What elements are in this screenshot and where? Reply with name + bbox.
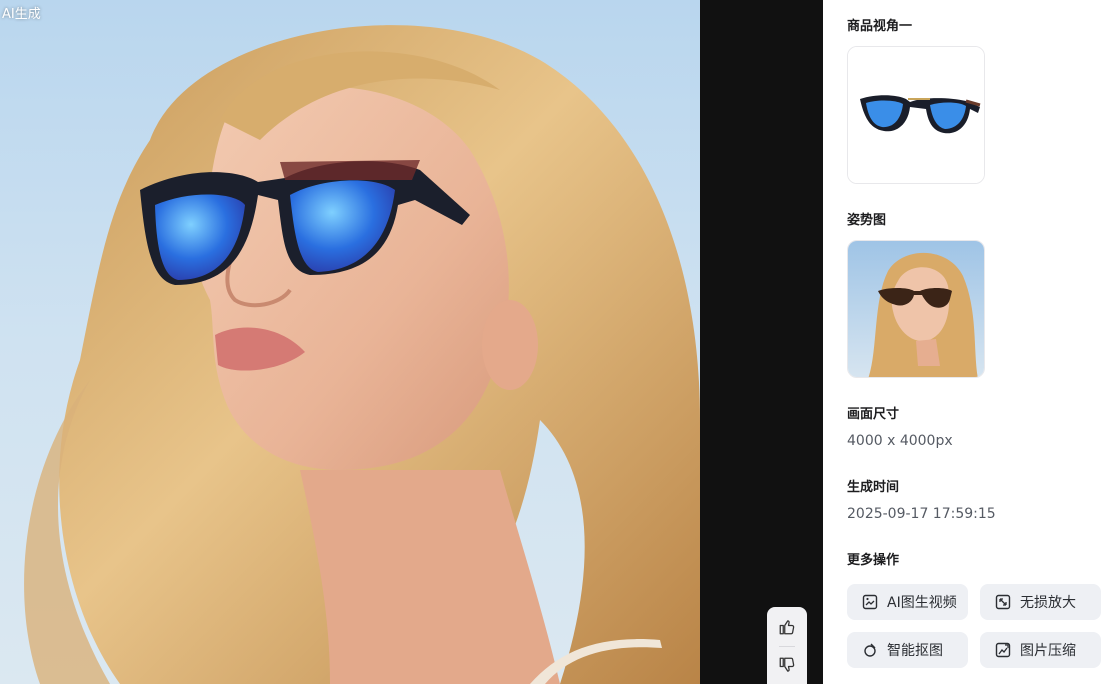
ai-image-to-video-label: AI图生视频 (887, 595, 957, 611)
smart-cutout-icon (861, 641, 879, 659)
thumbs-up-icon (779, 620, 795, 635)
generated-time-title: 生成时间 (847, 480, 900, 495)
feedback-divider (779, 646, 795, 647)
product-view-thumbnail[interactable] (847, 46, 985, 184)
model-portrait-image (0, 0, 700, 684)
image-compress-button[interactable]: 图片压缩 (980, 632, 1101, 668)
image-viewer: AI生成 (0, 0, 823, 684)
generated-image[interactable]: AI生成 (0, 0, 700, 684)
generated-time-value: 2025-09-17 17:59:15 (847, 506, 996, 522)
canvas-size-title: 画面尺寸 (847, 407, 900, 422)
thumbs-down-button[interactable] (775, 653, 799, 677)
canvas-size-value: 4000 x 4000px (847, 433, 953, 449)
lossless-upscale-button[interactable]: 无损放大 (980, 584, 1101, 620)
detail-panel: 商品视角一 姿势图 画面尺寸 4000 x 4000px 生成时间 2025-0… (823, 0, 1106, 684)
smart-cutout-button[interactable]: 智能抠图 (847, 632, 968, 668)
pose-thumbnail[interactable] (847, 240, 985, 378)
ai-image-to-video-button[interactable]: AI图生视频 (847, 584, 968, 620)
image-compress-icon (994, 641, 1012, 659)
pose-title: 姿势图 (847, 213, 887, 228)
smart-cutout-label: 智能抠图 (887, 643, 943, 659)
image-compress-label: 图片压缩 (1020, 643, 1076, 659)
feedback-bar (767, 607, 807, 684)
ai-generated-label: AI生成 (2, 7, 41, 22)
upscale-icon (994, 593, 1012, 611)
lossless-upscale-label: 无损放大 (1020, 595, 1076, 611)
more-actions-title: 更多操作 (847, 553, 900, 568)
thumbs-up-button[interactable] (775, 615, 799, 639)
pose-reference-image (848, 241, 984, 377)
product-view-title: 商品视角一 (847, 19, 913, 34)
thumbs-down-icon (779, 657, 795, 672)
sunglasses-product-image (848, 47, 984, 183)
image-to-video-icon (861, 593, 879, 611)
